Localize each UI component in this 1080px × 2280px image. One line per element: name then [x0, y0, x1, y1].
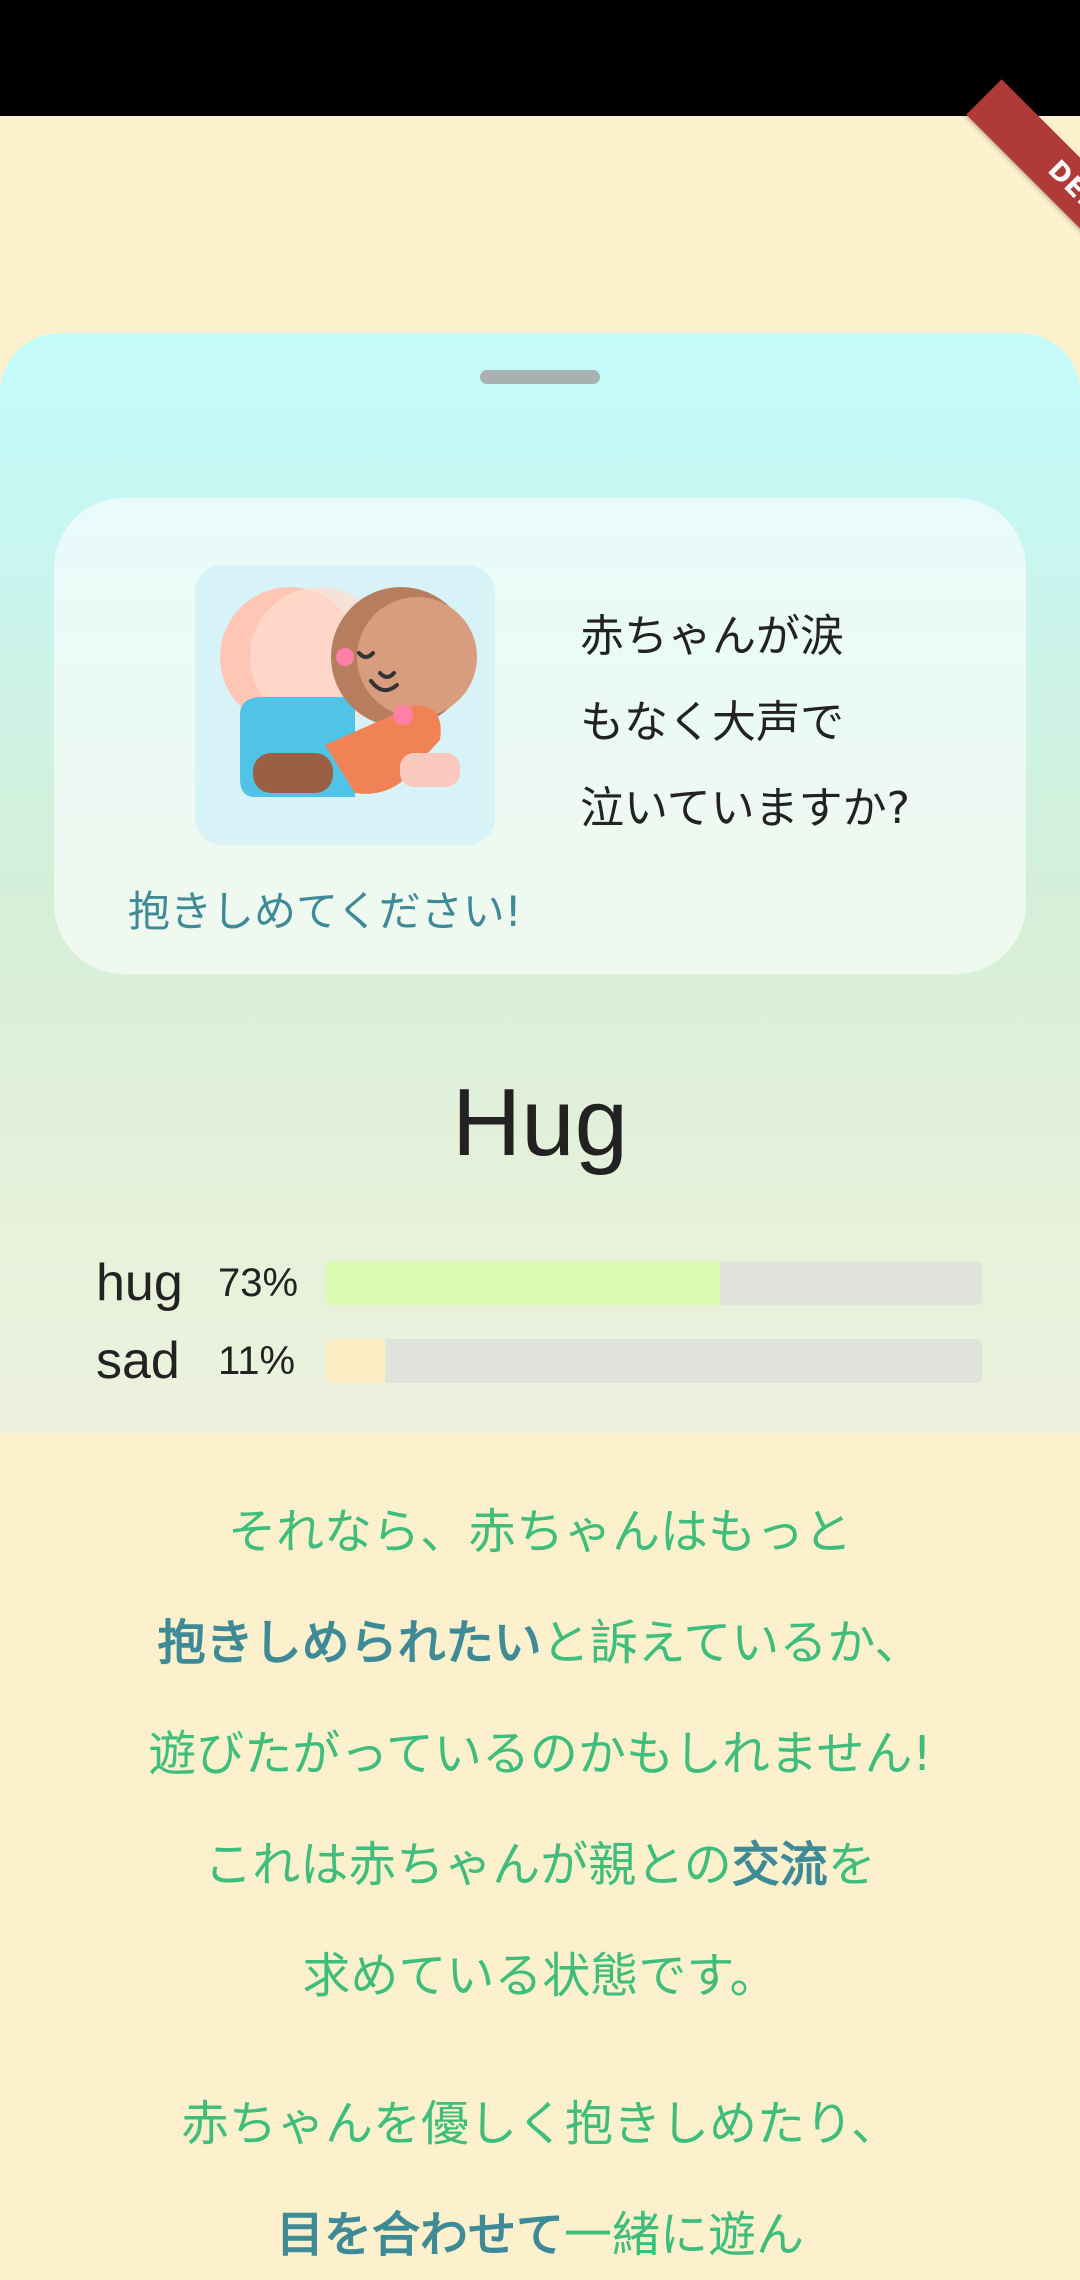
hug-illustration	[195, 565, 495, 845]
bar-fill	[326, 1339, 386, 1383]
bar-row-sad: sad 11%	[96, 1332, 986, 1390]
message-text: 一緒に遊ん	[564, 2207, 805, 2263]
message-line: これは赤ちゃんが親との交流を	[0, 1825, 1080, 1895]
bar-track	[326, 1261, 982, 1305]
message-line: 抱きしめられたいと訴えているか、	[0, 1603, 1080, 1673]
hugging-babies-icon	[220, 587, 477, 797]
bar-percent: 73%	[218, 1261, 299, 1305]
message-text: これは赤ちゃんが親との	[204, 1837, 732, 1893]
info-card: 赤ちゃんが涙 もなく大声で 泣いていますか? 抱きしめてください!	[54, 498, 1026, 974]
question-text: 赤ちゃんが涙 もなく大声で 泣いていますか?	[580, 594, 1000, 852]
bar-track	[326, 1339, 982, 1383]
status-bar	[0, 0, 1080, 116]
question-line: もなく大声で	[580, 697, 844, 748]
message-line: それなら、赤ちゃんはもっと	[227, 1504, 852, 1560]
card-caption: 抱きしめてください!	[128, 887, 522, 936]
bar-label: sad	[96, 1332, 180, 1390]
message-line: 遊びたがっているのかもしれません!	[148, 1726, 932, 1782]
message-line: 求めている状態です。	[302, 1948, 778, 2004]
question-line: 赤ちゃんが涙	[580, 611, 844, 662]
result-title: Hug	[451, 1069, 629, 1176]
debug-banner: DEBUG	[966, 79, 1080, 327]
bar-label: hug	[96, 1254, 183, 1312]
bar-fill	[326, 1261, 720, 1305]
drag-handle[interactable]	[480, 370, 600, 384]
bar-percent: 11%	[218, 1339, 296, 1383]
message-emphasis: 目を合わせて	[275, 2207, 564, 2263]
message-text: と訴えているか、	[541, 1615, 923, 1671]
message-text: を	[827, 1837, 876, 1893]
question-line: 泣いていますか?	[580, 783, 911, 834]
message-line: 目を合わせて一緒に遊ん	[0, 2195, 1080, 2265]
bottom-sheet[interactable]: 赤ちゃんが涙 もなく大声で 泣いていますか? 抱きしめてください! Hug hu…	[0, 333, 1080, 1433]
message-emphasis: 抱きしめられたい	[157, 1615, 542, 1671]
message-emphasis: 交流	[731, 1837, 828, 1893]
bar-row-hug: hug 73%	[96, 1254, 986, 1312]
message-line: 赤ちゃんを優しく抱きしめたり、	[180, 2096, 900, 2152]
